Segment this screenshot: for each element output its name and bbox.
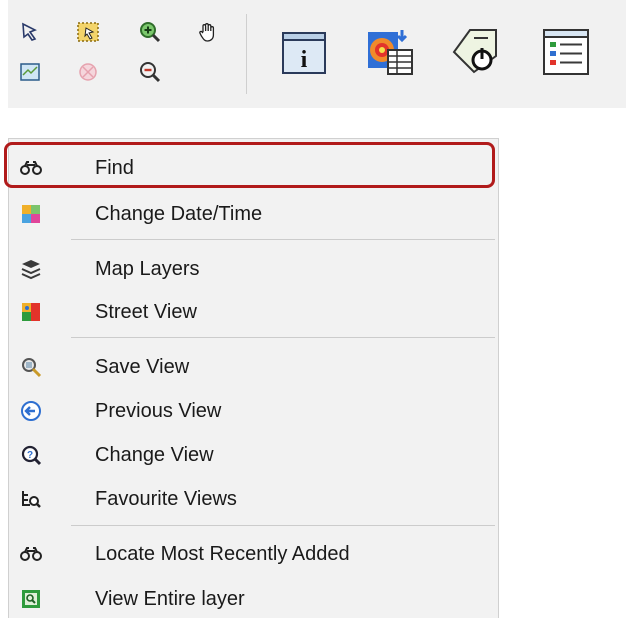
- tag-power-icon: [452, 29, 497, 74]
- menu-item-favourite-views[interactable]: Favourite Views: [9, 479, 498, 519]
- svg-text:?: ?: [27, 450, 33, 461]
- layer-attributes-button[interactable]: [362, 24, 418, 80]
- disabled-globe-icon: [79, 63, 97, 81]
- toolbar: i: [8, 0, 626, 108]
- binoculars-icon: [19, 156, 43, 180]
- calendar-color-icon: [19, 202, 43, 226]
- favourite-views-icon: [19, 487, 43, 511]
- menu-item-previous-view[interactable]: Previous View: [9, 391, 498, 431]
- menu-separator: [71, 239, 495, 240]
- menu-label: Locate Most Recently Added: [95, 542, 350, 565]
- select-rectangle-icon: [77, 22, 99, 42]
- menu-label: Map Layers: [95, 257, 200, 280]
- menu-item-street-view[interactable]: Street View: [9, 292, 498, 332]
- zoom-in-button[interactable]: [136, 18, 164, 46]
- menu-label: Previous View: [95, 399, 222, 422]
- pan-hand-icon: [199, 23, 215, 42]
- menu-label: Change View: [95, 443, 214, 466]
- legend-list-icon: [543, 29, 589, 75]
- tag-power-button[interactable]: [448, 24, 504, 80]
- menu-item-change-date-time[interactable]: Change Date/Time: [9, 194, 498, 234]
- context-menu: Find Change Date/Time Map Layers Street …: [8, 138, 499, 618]
- save-view-magnifier-icon: [19, 355, 43, 379]
- menu-item-find[interactable]: Find: [9, 148, 498, 188]
- select-arrow-button[interactable]: [16, 18, 44, 46]
- menu-item-map-layers[interactable]: Map Layers: [9, 249, 498, 289]
- menu-separator: [71, 337, 495, 338]
- disabled-globe-button[interactable]: [74, 58, 102, 86]
- identify-button[interactable]: i: [276, 24, 332, 80]
- menu-label: Street View: [95, 300, 197, 323]
- street-view-icon: [19, 300, 43, 324]
- menu-label: Change Date/Time: [95, 202, 263, 225]
- zoom-out-button[interactable]: [136, 58, 164, 86]
- pan-hand-button[interactable]: [194, 18, 222, 46]
- zoom-in-icon: [140, 22, 161, 43]
- menu-label: View Entire layer: [95, 587, 245, 610]
- select-rectangle-button[interactable]: [74, 18, 102, 46]
- legend-list-button[interactable]: [538, 24, 594, 80]
- change-view-icon: ?: [19, 443, 43, 467]
- view-entire-layer-icon: [19, 587, 43, 611]
- info-glyph: i: [301, 47, 308, 73]
- map-extent-button[interactable]: [16, 58, 44, 86]
- menu-label: Favourite Views: [95, 487, 237, 510]
- menu-item-save-view[interactable]: Save View: [9, 347, 498, 387]
- toolbar-separator: [246, 14, 247, 94]
- zoom-out-icon: [140, 62, 161, 83]
- layers-stack-icon: [19, 257, 43, 281]
- menu-label: Save View: [95, 355, 190, 378]
- menu-separator: [71, 525, 495, 526]
- menu-item-locate-most-recently-added[interactable]: Locate Most Recently Added: [9, 534, 498, 574]
- identify-info-icon: i: [282, 32, 326, 74]
- layer-attributes-icon: [368, 30, 413, 75]
- menu-item-view-entire-layer[interactable]: View Entire layer: [9, 579, 498, 619]
- previous-arrow-circle-icon: [19, 399, 43, 423]
- menu-label: Find: [95, 156, 134, 179]
- map-extent-icon: [20, 63, 40, 81]
- select-arrow-icon: [22, 22, 37, 41]
- menu-item-change-view[interactable]: ? Change View: [9, 435, 498, 475]
- binoculars-icon: [19, 542, 43, 566]
